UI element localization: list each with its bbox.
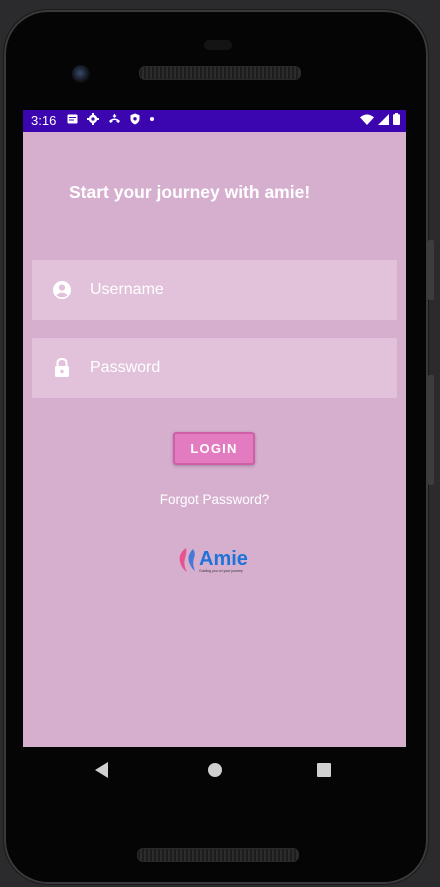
logo-text: Amie (199, 548, 248, 570)
power-button (428, 375, 434, 485)
lock-icon (55, 357, 69, 377)
battery-icon (393, 113, 400, 125)
proximity-sensor (204, 40, 232, 50)
back-icon[interactable] (95, 762, 108, 778)
call-icon (109, 113, 120, 123)
status-bar: 3:16 (23, 110, 406, 132)
earpiece-speaker (139, 66, 301, 80)
bottom-speaker (137, 848, 299, 862)
home-icon[interactable] (208, 763, 222, 777)
dot-icon (150, 117, 154, 121)
signal-icon (378, 113, 389, 125)
username-field[interactable] (32, 260, 397, 320)
logo-mark-icon (179, 548, 195, 572)
amie-logo: Amie Guiding you on your journey (177, 546, 251, 576)
status-right-icons (360, 113, 400, 125)
settings-icon (87, 113, 99, 125)
app-screen: 3:16 Start your journey with amie! Usern… (23, 110, 406, 747)
shield-icon (130, 113, 140, 125)
login-button[interactable]: LOGIN (173, 432, 255, 465)
status-left-icons (67, 113, 155, 125)
volume-button (428, 240, 434, 300)
account-circle-icon (53, 281, 71, 299)
status-time: 3:16 (31, 113, 57, 128)
password-field[interactable] (32, 338, 397, 398)
logo-tagline: Guiding you on your journey (199, 569, 243, 573)
wifi-icon (360, 114, 374, 125)
page-title: Start your journey with amie! (69, 182, 311, 202)
notification-icon (67, 114, 78, 124)
front-camera (72, 65, 90, 83)
forgot-password-link[interactable]: Forgot Password? (23, 492, 406, 507)
navigation-bar (23, 747, 406, 793)
recent-apps-icon[interactable] (317, 763, 331, 777)
password-input[interactable] (90, 338, 380, 398)
username-input[interactable] (90, 260, 380, 320)
